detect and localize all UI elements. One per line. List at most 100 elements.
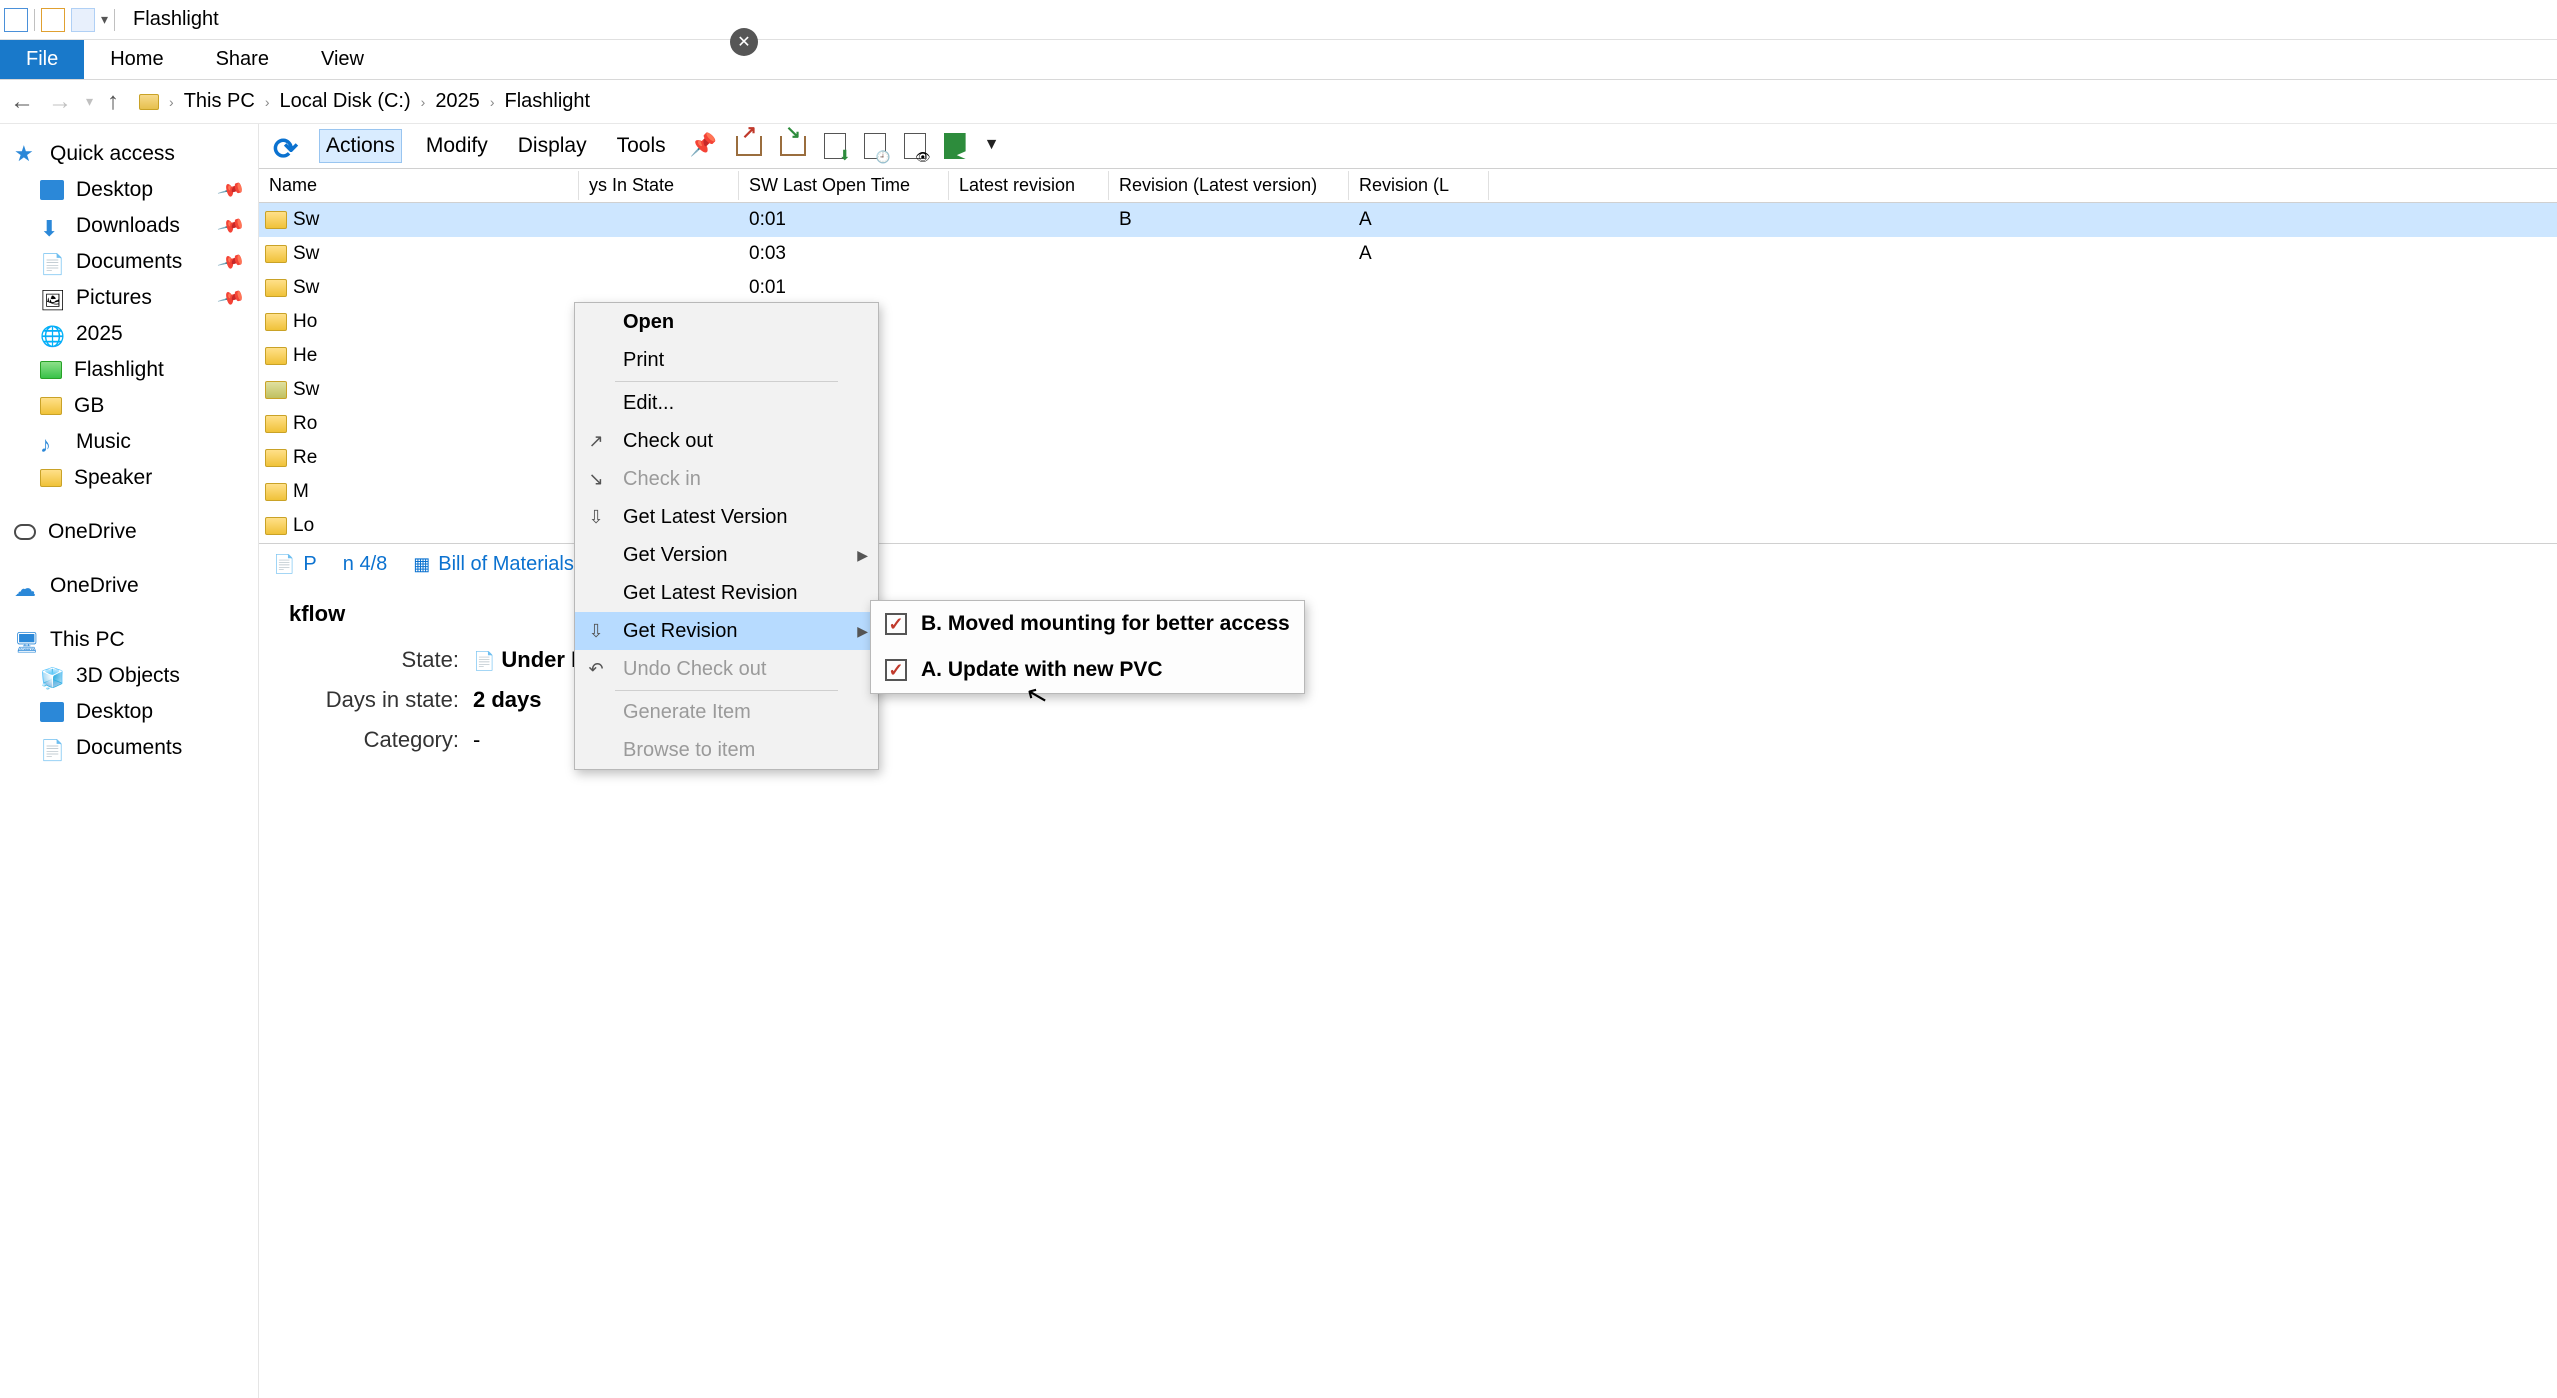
table-row[interactable]: Sw0:01 <box>259 271 2557 305</box>
menu-item-open[interactable]: Open <box>575 303 878 341</box>
menu-actions[interactable]: Actions <box>319 129 402 163</box>
part-icon <box>265 381 287 399</box>
sidebar-item-documents[interactable]: Documents 📌 <box>10 244 248 280</box>
qat-icon-3[interactable] <box>71 8 95 32</box>
menu-item-get-revision[interactable]: ⇩Get Revision▶ <box>575 612 878 650</box>
tab-preview[interactable]: P <box>273 553 317 576</box>
pdm-toolbar: Actions Modify Display Tools <box>259 124 2557 168</box>
nav-up-icon[interactable]: ↑ <box>107 88 119 116</box>
cell-open-time: 0:01 <box>739 207 949 233</box>
tab-version[interactable]: n 4/8 <box>343 553 387 576</box>
menu-item-get-version[interactable]: Get Version ▶ <box>575 536 878 574</box>
pictures-icon <box>40 288 64 308</box>
qat-dropdown-icon[interactable]: ▾ <box>101 11 108 28</box>
menu-modify[interactable]: Modify <box>420 130 494 162</box>
close-icon[interactable]: ✕ <box>730 28 758 56</box>
col-revision-latest-version[interactable]: Revision (Latest version) <box>1109 171 1349 200</box>
table-row[interactable]: Sw0:01BA <box>259 203 2557 237</box>
tab-file[interactable]: File <box>0 40 84 79</box>
tab-home[interactable]: Home <box>84 40 189 79</box>
checkin-icon[interactable] <box>780 136 806 156</box>
sidebar-item-downloads[interactable]: Downloads 📌 <box>10 208 248 244</box>
menu-item-get-latest-revision[interactable]: Get Latest Revision <box>575 574 878 612</box>
revision-option[interactable]: ✓B. Moved mounting for better access <box>871 601 1304 647</box>
toolbar-dropdown-icon[interactable] <box>984 132 1012 160</box>
crumb-3[interactable]: Flashlight <box>504 90 590 113</box>
menu-item-label: Undo Check out <box>623 658 766 681</box>
menu-item-label: Get Revision <box>623 620 738 643</box>
nav-recent-icon[interactable]: ▾ <box>86 93 93 110</box>
table-row[interactable]: Sw0:03A <box>259 237 2557 271</box>
get-version-icon[interactable] <box>864 133 886 159</box>
col-days-in-state[interactable]: ys In State <box>579 171 739 200</box>
state-icon <box>473 647 501 672</box>
menu-item-browse-to-item: Browse to item <box>575 731 878 769</box>
globe-icon <box>40 324 64 344</box>
menu-tools[interactable]: Tools <box>611 130 672 162</box>
sidebar-item-desktop[interactable]: Desktop 📌 <box>10 172 248 208</box>
menu-item-edit-[interactable]: Edit... <box>575 384 878 422</box>
checkout-icon[interactable] <box>736 136 762 156</box>
sidebar-item-label: GB <box>74 394 104 418</box>
menu-separator <box>615 690 838 691</box>
pin-icon[interactable] <box>690 132 718 160</box>
col-revision-l[interactable]: Revision (L <box>1349 171 1489 200</box>
tab-view[interactable]: View <box>295 40 390 79</box>
sidebar-onedrive-1[interactable]: OneDrive <box>10 514 248 550</box>
crumb-0[interactable]: This PC <box>184 90 255 113</box>
breadcrumb[interactable]: › This PC › Local Disk (C:) › 2025 › Fla… <box>133 90 590 113</box>
sidebar-item-gb[interactable]: GB <box>10 388 248 424</box>
sidebar-onedrive-2[interactable]: OneDrive <box>10 568 248 604</box>
sidebar-this-pc[interactable]: This PC <box>10 622 248 658</box>
menu-separator <box>615 381 838 382</box>
checkbox-icon: ✓ <box>885 613 907 635</box>
col-latest-revision[interactable]: Latest revision <box>949 171 1109 200</box>
menu-item-print[interactable]: Print <box>575 341 878 379</box>
sidebar-item-label: This PC <box>50 628 125 652</box>
qat-icon-2[interactable] <box>41 8 65 32</box>
revision-option[interactable]: ✓A. Update with new PVC <box>871 647 1304 693</box>
get-latest-icon[interactable] <box>824 133 846 159</box>
part-icon <box>265 347 287 365</box>
file-name: Sw <box>293 379 319 401</box>
qat-icon-1[interactable] <box>4 8 28 32</box>
sidebar-item-label: OneDrive <box>50 574 139 598</box>
cell-latest-rev <box>949 388 1109 392</box>
sidebar-item-flashlight[interactable]: Flashlight <box>10 352 248 388</box>
refresh-icon[interactable] <box>273 132 301 160</box>
sidebar-item-desktop-2[interactable]: Desktop <box>10 694 248 730</box>
crumb-sep: › <box>169 94 174 110</box>
menu-item-label: Open <box>623 311 674 334</box>
sidebar-item-pictures[interactable]: Pictures 📌 <box>10 280 248 316</box>
crumb-1[interactable]: Local Disk (C:) <box>280 90 411 113</box>
part-icon <box>265 483 287 501</box>
menu-item-get-latest-version[interactable]: ⇩Get Latest Version <box>575 498 878 536</box>
sidebar-item-2025[interactable]: 2025 <box>10 316 248 352</box>
menu-display[interactable]: Display <box>512 130 593 162</box>
chevron-right-icon: ▶ <box>857 547 868 564</box>
cell-latest-rev <box>949 354 1109 358</box>
document-icon <box>40 252 64 272</box>
menu-item-icon: ⇩ <box>583 507 609 528</box>
menu-item-label: Get Latest Revision <box>623 582 798 605</box>
crumb-2[interactable]: 2025 <box>435 90 480 113</box>
cell-rev-l <box>1349 524 1489 528</box>
nav-back-icon[interactable]: ← <box>10 88 34 116</box>
sidebar-quick-access[interactable]: ★ Quick access <box>10 136 248 172</box>
sidebar-item-speaker[interactable]: Speaker <box>10 460 248 496</box>
revision-label: A. Update with new PVC <box>921 658 1163 682</box>
sidebar-item-3d-objects[interactable]: 3D Objects <box>10 658 248 694</box>
sidebar-item-music[interactable]: Music <box>10 424 248 460</box>
sidebar-item-documents-2[interactable]: Documents <box>10 730 248 766</box>
tab-share[interactable]: Share <box>190 40 295 79</box>
flag-icon[interactable] <box>944 133 966 159</box>
col-sw-last-open[interactable]: SW Last Open Time <box>739 171 949 200</box>
tab-bom[interactable]: Bill of Materials <box>413 553 574 576</box>
view-icon[interactable] <box>904 133 926 159</box>
col-name[interactable]: Name <box>259 171 579 200</box>
menu-item-check-out[interactable]: ↗Check out <box>575 422 878 460</box>
nav-forward-icon[interactable]: → <box>48 88 72 116</box>
menu-item-label: Get Version <box>623 544 728 567</box>
part-icon <box>265 517 287 535</box>
pin-icon: 📌 <box>216 247 246 276</box>
